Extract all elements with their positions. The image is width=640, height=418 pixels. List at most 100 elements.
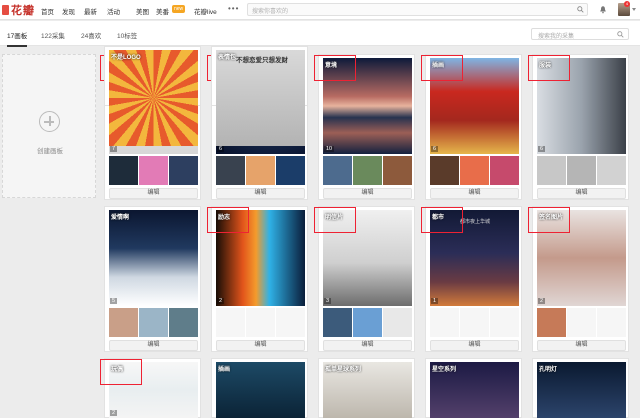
board-thumbnail[interactable] xyxy=(276,156,305,185)
board-card[interactable]: 不是LOGO xyxy=(104,46,201,146)
edit-board-button[interactable]: 编辑 xyxy=(323,340,412,351)
board-card[interactable]: 明信片 3 编辑 xyxy=(314,206,415,352)
edit-board-button[interactable]: 编辑 xyxy=(430,340,519,351)
highlight-box xyxy=(314,207,356,233)
highlight-box xyxy=(528,207,570,233)
board-thumbnail[interactable] xyxy=(567,156,596,185)
board-thumbnail[interactable] xyxy=(109,308,138,337)
board-card[interactable]: 插画 xyxy=(211,358,308,418)
edit-board-button[interactable]: 编辑 xyxy=(537,340,626,351)
board-thumbnail[interactable] xyxy=(597,156,626,185)
board-cover-image[interactable]: 孤单星球系列 xyxy=(323,362,412,418)
board-pin-count: 6 xyxy=(538,146,546,152)
highlight-box xyxy=(100,359,142,385)
board-thumbnail[interactable] xyxy=(383,308,412,337)
board-pin-count: 6 xyxy=(431,146,439,152)
board-thumbnails xyxy=(430,308,519,337)
board-search-input[interactable]: 搜索我的采集 xyxy=(531,28,629,40)
board-card[interactable]: 孔明灯 xyxy=(532,358,629,418)
board-thumbnail[interactable] xyxy=(353,156,382,185)
board-thumbnail[interactable] xyxy=(430,308,459,337)
logo-mark xyxy=(2,5,9,15)
board-card[interactable]: 爱情啊 5 编辑 xyxy=(104,206,201,352)
board-thumbnail[interactable] xyxy=(139,156,168,185)
board-thumbnail[interactable] xyxy=(597,308,626,337)
board-cover-image[interactable]: 孔明灯 xyxy=(537,362,626,418)
board-card[interactable]: 孤单星球系列 xyxy=(318,358,415,418)
nav-item-live[interactable]: 花瓣live xyxy=(194,6,217,16)
board-thumbnail[interactable] xyxy=(567,308,596,337)
board-thumbnails xyxy=(216,308,305,337)
logo-text: 花瓣 xyxy=(11,5,35,17)
edit-board-button[interactable]: 编辑 xyxy=(109,188,198,199)
nav-item-events[interactable]: 活动 xyxy=(107,6,120,16)
board-thumbnails xyxy=(109,156,198,185)
board-card[interactable]: 插画 6 编辑 xyxy=(421,54,522,200)
tab-likes[interactable]: 24喜欢 xyxy=(81,30,101,40)
bell-icon[interactable] xyxy=(599,5,607,14)
tab-boards[interactable]: 17画板 xyxy=(7,30,28,47)
board-thumbnail[interactable] xyxy=(383,156,412,185)
board-card[interactable]: 星空系列 xyxy=(425,358,522,418)
board-cover-image[interactable]: 星空系列 xyxy=(430,362,519,418)
board-thumbnail[interactable] xyxy=(490,308,519,337)
board-pin-count: 2 xyxy=(110,410,118,416)
chevron-down-icon[interactable] xyxy=(632,8,636,11)
board-thumbnails xyxy=(430,156,519,185)
board-cover-image[interactable]: 插画 xyxy=(216,362,305,418)
board-pin-count: 2 xyxy=(538,298,546,304)
board-card[interactable]: 都市 1 都市夜上华城 编辑 xyxy=(421,206,522,352)
board-thumbnail[interactable] xyxy=(276,308,305,337)
board-cover-image[interactable]: 爱情啊 5 xyxy=(109,210,198,306)
board-thumbnail[interactable] xyxy=(109,156,138,185)
logo[interactable]: 花瓣 xyxy=(2,3,35,17)
board-grid: 创建画板 背景7招募令等你就来编辑天空6编辑意境10编辑插画6编辑服装6编辑爱情… xyxy=(0,46,640,418)
board-thumbnail[interactable] xyxy=(246,156,275,185)
edit-board-button[interactable]: 编辑 xyxy=(537,188,626,199)
board-thumbnail[interactable] xyxy=(537,156,566,185)
board-card[interactable]: 表情包 不想恋爱只想发财 xyxy=(211,46,308,146)
board-thumbnail[interactable] xyxy=(460,308,489,337)
nav-item-anime[interactable]: 美番 xyxy=(156,6,169,16)
board-card[interactable]: 玩偶 2 xyxy=(100,358,201,418)
tab-pins[interactable]: 122采集 xyxy=(41,30,65,40)
board-thumbnail[interactable] xyxy=(169,156,198,185)
board-thumbnail[interactable] xyxy=(246,308,275,337)
nav-item-beauty[interactable]: 美图 xyxy=(136,6,149,16)
board-cover-image[interactable]: 不是LOGO xyxy=(109,50,198,146)
edit-board-button[interactable]: 编辑 xyxy=(216,340,305,351)
board-thumbnail[interactable] xyxy=(430,156,459,185)
board-thumbnail[interactable] xyxy=(323,308,352,337)
board-card[interactable]: 签名图片 2 编辑 xyxy=(528,206,629,352)
board-thumbnail[interactable] xyxy=(169,308,198,337)
search-icon[interactable] xyxy=(577,6,584,13)
board-card[interactable]: 励志 2 编辑 xyxy=(207,206,308,352)
nav-item-home[interactable]: 首页 xyxy=(41,6,54,16)
board-title: 不是LOGO xyxy=(111,55,141,61)
board-thumbnail[interactable] xyxy=(139,308,168,337)
search-icon[interactable] xyxy=(617,31,624,38)
nav-item-discover[interactable]: 发现 xyxy=(62,6,75,16)
board-thumbnail[interactable] xyxy=(460,156,489,185)
edit-board-button[interactable]: 编辑 xyxy=(109,340,198,351)
board-cover-image[interactable]: 表情包 不想恋爱只想发财 xyxy=(216,50,305,146)
search-input[interactable]: 搜索你喜欢的 xyxy=(247,3,588,16)
board-thumbnail[interactable] xyxy=(353,308,382,337)
board-card[interactable]: 意境 10 编辑 xyxy=(314,54,415,200)
board-thumbnail[interactable] xyxy=(216,308,245,337)
board-thumbnail[interactable] xyxy=(490,156,519,185)
board-pin-count: 2 xyxy=(217,298,225,304)
tab-tags[interactable]: 10标签 xyxy=(117,30,137,40)
edit-board-button[interactable]: 编辑 xyxy=(323,188,412,199)
edit-board-button[interactable]: 编辑 xyxy=(216,188,305,199)
city-cover-caption: 都市夜上华城 xyxy=(460,219,491,225)
more-menu-button[interactable]: ••• xyxy=(228,4,239,13)
board-thumbnail[interactable] xyxy=(537,308,566,337)
board-thumbnail[interactable] xyxy=(216,156,245,185)
edit-board-button[interactable]: 编辑 xyxy=(430,188,519,199)
board-thumbnail[interactable] xyxy=(323,156,352,185)
board-title: 孔明灯 xyxy=(539,367,558,373)
nav-item-latest[interactable]: 最新 xyxy=(84,6,97,16)
create-board-card[interactable]: 创建画板 xyxy=(2,54,96,198)
board-card[interactable]: 服装 6 编辑 xyxy=(528,54,629,200)
